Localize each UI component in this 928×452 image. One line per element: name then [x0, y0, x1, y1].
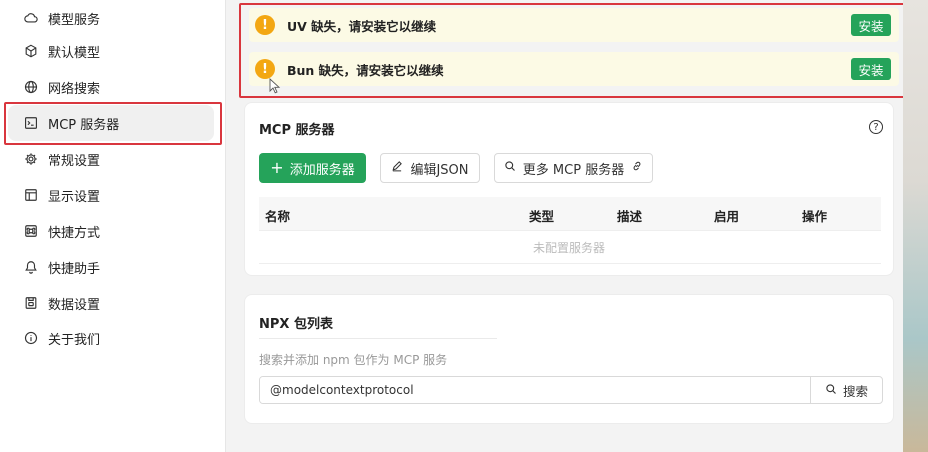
sidebar-item-default-model[interactable]: 默认模型: [8, 33, 214, 69]
column-header-enabled: 启用: [714, 209, 740, 224]
search-icon: [504, 160, 516, 176]
install-uv-button[interactable]: 安装: [851, 14, 891, 36]
info-icon: [24, 331, 38, 345]
sidebar-item-label: 模型服务: [48, 12, 101, 28]
main-content: ! UV 缺失，请安装它以继续 安装 ! Bun 缺失，请安装它以继续 安装 M…: [227, 0, 928, 452]
alert-text: Bun 缺失，请安装它以继续: [287, 62, 444, 78]
cloud-icon: [24, 11, 38, 25]
more-mcp-label: 更多 MCP 服务器: [522, 162, 625, 178]
edit-json-label: 编辑JSON: [410, 162, 469, 178]
pencil-icon: [391, 160, 403, 176]
storage-icon: [24, 296, 38, 310]
cube-icon: [24, 44, 38, 58]
mouse-cursor-icon: [269, 78, 281, 94]
npx-search-input[interactable]: [260, 377, 810, 403]
sidebar-item-label: 数据设置: [48, 297, 101, 313]
install-bun-button[interactable]: 安装: [851, 58, 891, 80]
uv-missing-alert: ! UV 缺失，请安装它以继续 安装: [249, 8, 899, 42]
sidebar-item-web-search[interactable]: 网络搜索: [8, 69, 214, 105]
sidebar-item-label: 关于我们: [48, 332, 101, 348]
sidebar-item-mcp-servers[interactable]: MCP 服务器: [8, 105, 214, 141]
mcp-card-title: MCP 服务器: [259, 123, 335, 138]
mcp-servers-card: MCP 服务器 ? + 添加服务器 编辑JSON 更多 MCP 服务器 名称 类…: [244, 102, 894, 276]
sidebar-item-label: 网络搜索: [48, 81, 101, 97]
command-icon: [24, 224, 38, 238]
add-server-button[interactable]: + 添加服务器: [259, 153, 366, 183]
terminal-icon: [24, 116, 38, 130]
sidebar-item-general-settings[interactable]: 常规设置: [8, 141, 214, 177]
column-header-type: 类型: [529, 209, 555, 224]
sidebar-item-model-service[interactable]: 模型服务: [8, 0, 214, 36]
sidebar-item-label: 快捷助手: [48, 261, 101, 277]
warning-icon: !: [255, 15, 275, 35]
search-button-label: 搜索: [842, 383, 868, 399]
sidebar-item-about[interactable]: 关于我们: [8, 320, 214, 356]
sidebar-item-data-settings[interactable]: 数据设置: [8, 285, 214, 321]
table-divider: [259, 263, 881, 264]
mcp-table-header: 名称 类型 描述 启用 操作: [259, 197, 881, 231]
background-wallpaper-edge: [903, 0, 928, 452]
npx-card-title: NPX 包列表: [259, 317, 333, 332]
sidebar-item-label: 显示设置: [48, 189, 101, 205]
more-mcp-servers-button[interactable]: 更多 MCP 服务器: [494, 153, 653, 183]
title-divider: [259, 338, 497, 339]
npx-hint-text: 搜索并添加 npm 包作为 MCP 服务: [259, 353, 448, 367]
sidebar-item-label: 快捷方式: [48, 225, 101, 241]
edit-json-button[interactable]: 编辑JSON: [380, 153, 480, 183]
npx-packages-card: NPX 包列表 搜索并添加 npm 包作为 MCP 服务 搜索: [244, 294, 894, 424]
alert-text: UV 缺失，请安装它以继续: [287, 18, 437, 34]
layout-icon: [24, 188, 38, 202]
column-header-name: 名称: [265, 209, 291, 224]
missing-dependency-alerts: ! UV 缺失，请安装它以继续 安装 ! Bun 缺失，请安装它以继续 安装: [239, 3, 909, 98]
npx-search-button[interactable]: 搜索: [810, 377, 882, 403]
search-icon: [825, 383, 837, 398]
warning-icon: !: [255, 59, 275, 79]
gear-icon: [24, 152, 38, 166]
globe-icon: [24, 80, 38, 94]
column-header-description: 描述: [617, 209, 643, 224]
link-icon: [631, 160, 643, 176]
npx-search-box: 搜索: [259, 376, 883, 404]
sidebar-item-label: MCP 服务器: [48, 117, 120, 133]
sidebar-item-display-settings[interactable]: 显示设置: [8, 177, 214, 213]
empty-table-text: 未配置服务器: [533, 241, 606, 255]
sidebar-item-label: 常规设置: [48, 153, 101, 169]
column-header-actions: 操作: [802, 209, 828, 224]
bun-missing-alert: ! Bun 缺失，请安装它以继续 安装: [249, 52, 899, 86]
plus-icon: +: [270, 158, 284, 177]
bell-icon: [24, 260, 38, 274]
sidebar-item-label: 默认模型: [48, 45, 101, 61]
sidebar-item-shortcuts[interactable]: 快捷方式: [8, 213, 214, 249]
settings-sidebar: 模型服务 默认模型 网络搜索 MCP 服务器 常规设置 显示设置 快捷方式 快捷…: [0, 0, 226, 452]
sidebar-item-quick-assistant[interactable]: 快捷助手: [8, 249, 214, 285]
add-server-label: 添加服务器: [289, 162, 355, 178]
help-icon[interactable]: ?: [869, 120, 883, 134]
